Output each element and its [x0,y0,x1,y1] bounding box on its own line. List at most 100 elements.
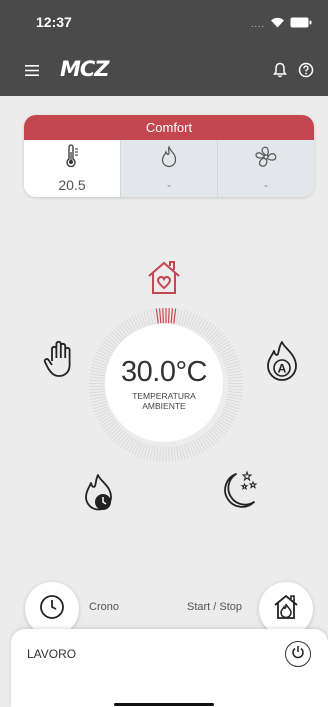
dial-tick [175,309,180,324]
dial-tick [96,351,111,360]
svg-text:A: A [278,362,287,376]
dial-tick [134,441,142,456]
dial-tick [96,410,111,419]
power-icon [291,645,305,664]
flame-power-tile[interactable]: - [120,140,217,197]
top-nav-bar: MCZ [0,44,328,96]
status-icons: .... [251,15,312,33]
status-bar: 12:37 .... [0,0,328,44]
dial-tick [128,439,137,453]
dial-tick [188,442,195,457]
bell-icon[interactable] [268,58,292,82]
temperature-caption-line2: AMBIENTE [142,400,186,411]
dial-tick [134,314,142,329]
wifi-icon [270,15,285,33]
night-moon-icon[interactable] [220,468,260,517]
temperature-caption-line1: TEMPERATURA [132,390,196,401]
dial-tick [227,391,243,394]
dial-tick [168,446,170,462]
status-time: 12:37 [36,14,72,30]
dial-tick [97,348,112,357]
dial-tick [221,351,236,360]
start-stop-label: Start / Stop [187,601,243,613]
dial-center: 30.0°C TEMPERATURA AMBIENTE [105,324,223,442]
dial-tick [159,446,162,462]
dial-tick [178,445,183,461]
crono-button[interactable] [25,582,79,636]
fan-icon [253,145,279,174]
menu-icon[interactable] [20,58,44,82]
power-button[interactable] [285,641,311,667]
home-indicator [114,703,214,706]
dial-tick [137,313,144,328]
dial-tick [193,440,201,455]
crono-label: Crono [89,601,119,613]
dial-tick [162,308,165,324]
temperature-value: 20.5 [58,177,86,193]
dial-tick [195,317,204,331]
battery-icon [290,15,312,33]
dial-tick [131,440,139,455]
dial-tick [222,354,238,362]
dial-tick [128,317,137,331]
dial-tick [227,388,243,391]
dial-tick [227,379,243,382]
dial-tick [190,314,198,329]
stove-status-card: Comfort 20.5 - - [24,115,314,197]
auto-flame-icon[interactable]: A [264,339,300,386]
dial-tick [193,315,201,330]
timer-flame-icon[interactable] [82,472,118,519]
brand-logo: MCZ [60,57,110,81]
dial-tick [97,413,112,422]
dial-tick [152,446,157,461]
dial-tick [227,373,243,377]
manual-hand-icon[interactable] [42,339,76,384]
dial-tick [149,309,154,325]
thermometer-icon [64,144,80,173]
dial-tick [219,346,233,355]
dial-tick [170,308,174,324]
dial-tick [220,348,235,357]
dial-tick [155,308,159,324]
fan-tile[interactable]: - [217,140,314,197]
dial-tick [99,415,113,424]
dial-tick [89,376,105,379]
help-icon[interactable] [294,58,318,82]
dial-tick [190,441,198,456]
dial-tick [89,388,105,391]
working-status: LAVORO [27,647,77,661]
dial-tick [227,376,243,379]
home-heart-icon[interactable] [144,259,184,302]
dial-tick [152,309,157,324]
dial-tick [167,308,170,324]
dial-tick [162,446,164,462]
dial-tick [90,396,106,400]
dial-tick [195,439,204,453]
dial-tick [149,445,154,461]
dial-tick [226,396,242,400]
clock-icon [39,594,65,625]
dial-tick [89,379,105,382]
dial-tick [173,446,177,462]
dial-tick [137,442,144,457]
dial-tick [158,308,162,324]
dial-tick [220,413,235,422]
dial-tick [188,313,195,328]
dial-tick [175,446,180,461]
dial-tick [155,446,159,462]
dial-tick [94,408,110,416]
fan-value: - [264,178,268,192]
flame-power-value: - [167,178,171,192]
temperature-tile[interactable]: 20.5 [24,140,120,197]
status-sheet[interactable]: LAVORO [11,629,328,707]
mode-label: Comfort [24,115,314,140]
dial-tick [89,393,105,397]
start-stop-button[interactable] [259,582,313,636]
flame-icon [160,145,178,174]
dial-tick [89,373,105,377]
dial-tick [173,308,177,324]
home-flame-icon [272,593,300,626]
dial-tick [178,309,183,325]
dial-tick [222,408,238,416]
dial-tick [90,370,106,374]
